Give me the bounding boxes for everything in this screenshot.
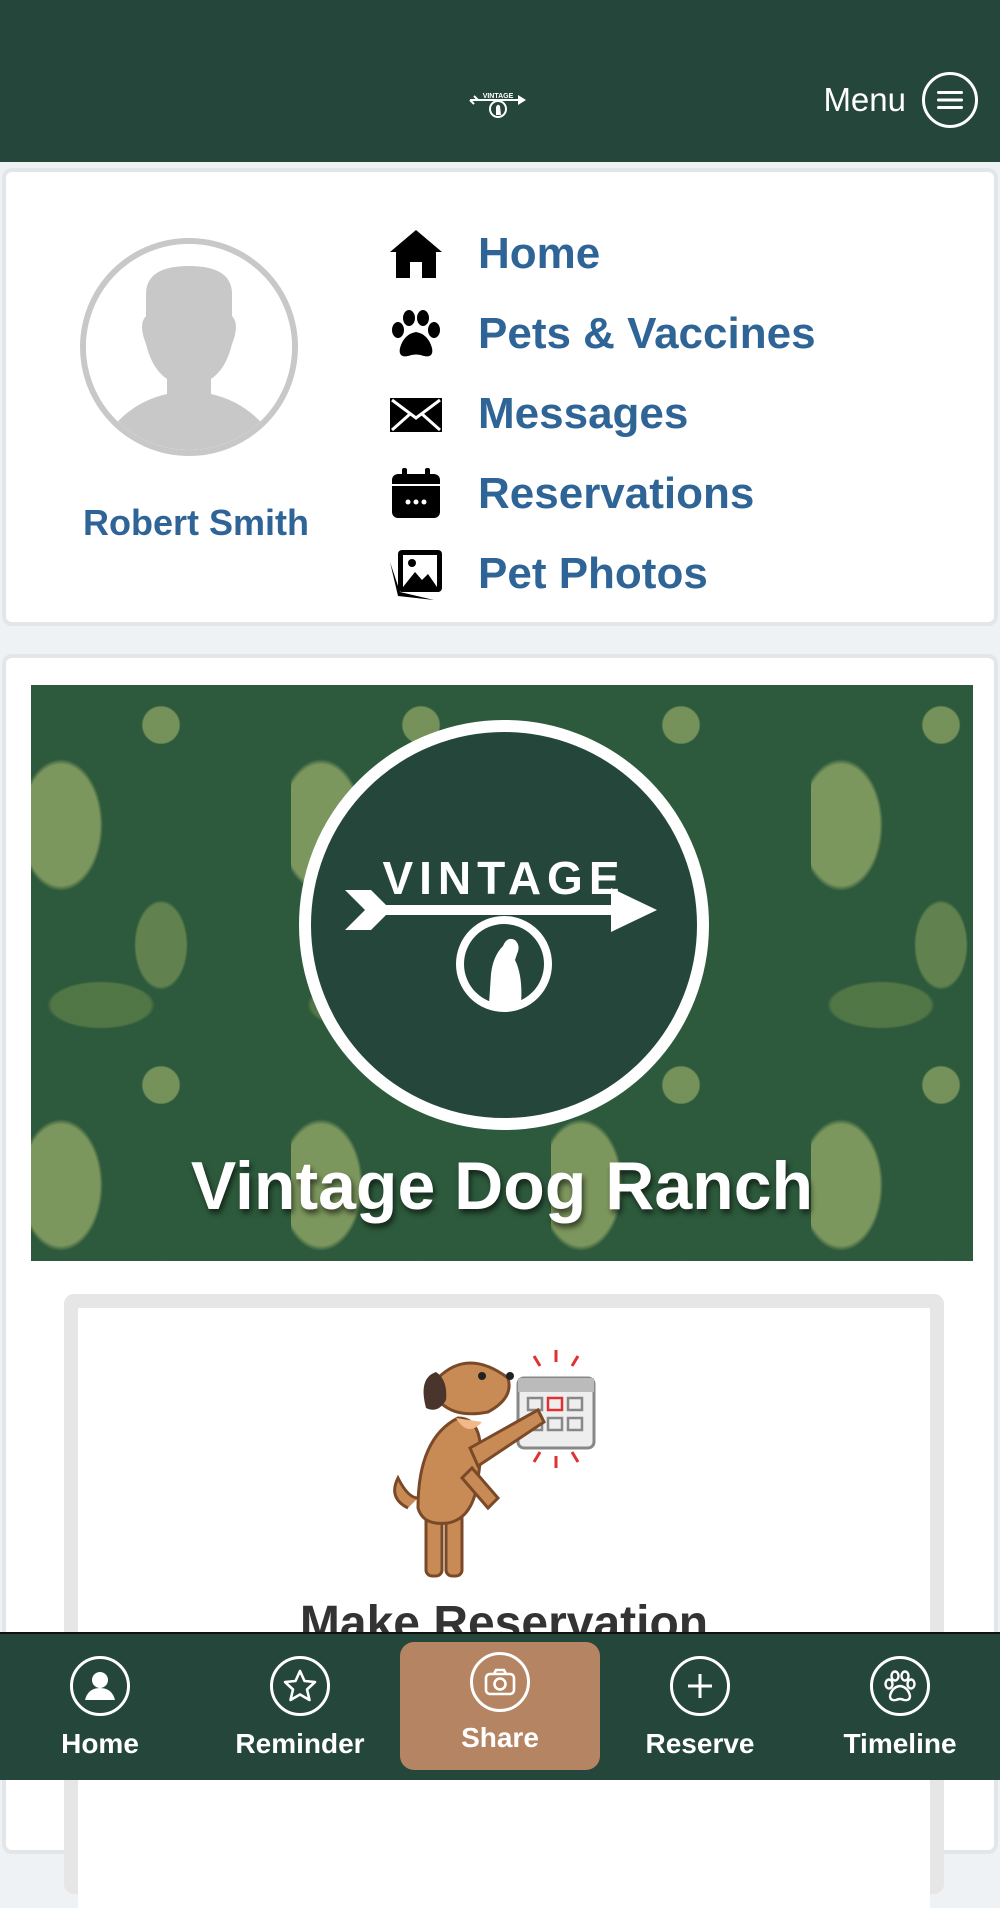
make-reservation-card[interactable]: Make Reservation [64,1294,944,1908]
bottom-nav-timeline[interactable]: Timeline [800,1634,1000,1780]
bottom-nav-share-label: Share [461,1722,539,1753]
profile-card: Robert Smith Home Pets & Vaccines Messag… [2,168,998,626]
camera-icon [470,1652,530,1712]
dog-calendar-illustration [378,1348,608,1578]
bottom-nav: Home Reminder Share Reserve Timeline [0,1632,1000,1780]
bottom-nav-reserve-label: Reserve [645,1728,755,1759]
envelope-icon [386,384,446,444]
ranch-logo: VINTAGE [299,720,709,1130]
user-name[interactable]: Robert Smith [36,502,356,544]
nav-label-home: Home [478,229,601,278]
hero-banner: VINTAGE Vintage Dog Ranch [31,685,973,1261]
photos-icon [386,544,446,604]
star-icon [270,1656,330,1716]
menu-toggle[interactable]: Menu [823,72,978,128]
bottom-nav-home-label: Home [61,1728,139,1759]
nav-label-pets-vaccines: Pets & Vaccines [478,309,816,358]
business-name: Vintage Dog Ranch [190,1148,814,1224]
plus-icon [670,1656,730,1716]
profile-nav: Home Pets & Vaccines Messages Reservatio… [386,214,816,614]
bottom-nav-reminder-label: Reminder [235,1728,365,1759]
nav-item-home[interactable]: Home [386,214,816,294]
paw-icon [386,304,446,364]
top-app-bar: VINTAGE Menu [0,0,1000,162]
nav-label-messages: Messages [478,389,689,438]
paw-icon [870,1656,930,1716]
svg-text:VINTAGE: VINTAGE [483,93,514,100]
nav-item-messages[interactable]: Messages [386,374,816,454]
nav-item-reservations[interactable]: Reservations [386,454,816,534]
bottom-nav-reminder[interactable]: Reminder [200,1634,400,1780]
nav-item-pet-photos[interactable]: Pet Photos [386,534,816,614]
user-icon [70,1656,130,1716]
hamburger-icon[interactable] [922,72,978,128]
brand-logo[interactable]: VINTAGE [468,90,528,120]
nav-item-pets-vaccines[interactable]: Pets & Vaccines [386,294,816,374]
bottom-nav-timeline-label: Timeline [843,1728,957,1759]
menu-label: Menu [823,81,906,118]
calendar-icon [386,464,446,524]
bottom-nav-home[interactable]: Home [0,1634,200,1780]
home-icon [386,224,446,284]
avatar[interactable] [80,238,298,456]
bottom-nav-reserve[interactable]: Reserve [600,1634,800,1780]
nav-label-reservations: Reservations [478,469,755,518]
svg-text:VINTAGE: VINTAGE [382,852,625,904]
nav-label-pet-photos: Pet Photos [478,549,708,598]
bottom-nav-share[interactable]: Share [400,1642,600,1770]
make-reservation-card-inner[interactable]: Make Reservation [78,1308,930,1908]
